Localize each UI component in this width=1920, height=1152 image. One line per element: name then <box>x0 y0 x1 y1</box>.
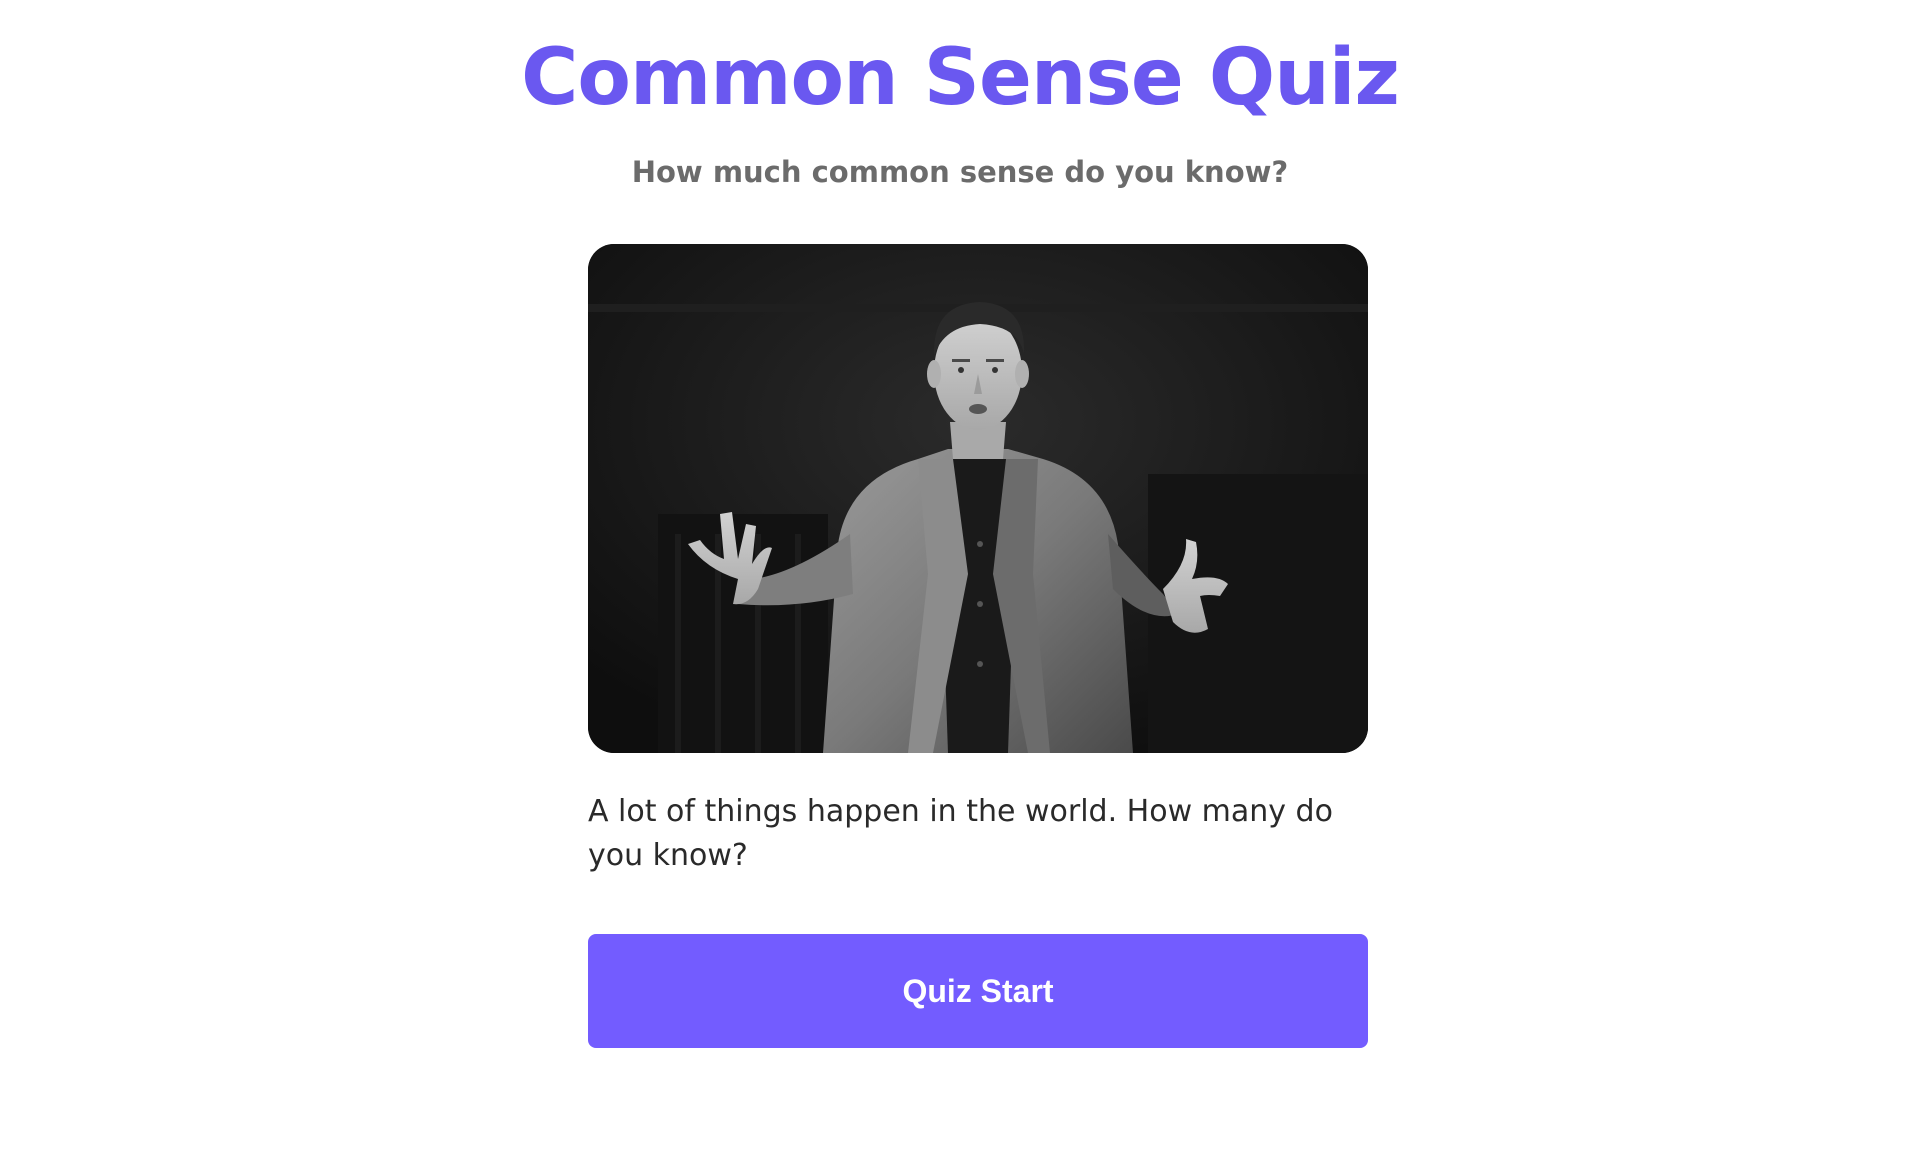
quiz-description: A lot of things happen in the world. How… <box>588 794 1333 873</box>
quiz-start-page: Common Sense Quiz How much common sense … <box>0 0 1920 1152</box>
speaker-photo <box>588 244 1368 753</box>
hero-image <box>588 244 1368 753</box>
page-subtitle: How much common sense do you know? <box>631 155 1289 189</box>
quiz-start-button[interactable]: Quiz Start <box>588 934 1368 1048</box>
page-title: Common Sense Quiz <box>521 33 1400 123</box>
